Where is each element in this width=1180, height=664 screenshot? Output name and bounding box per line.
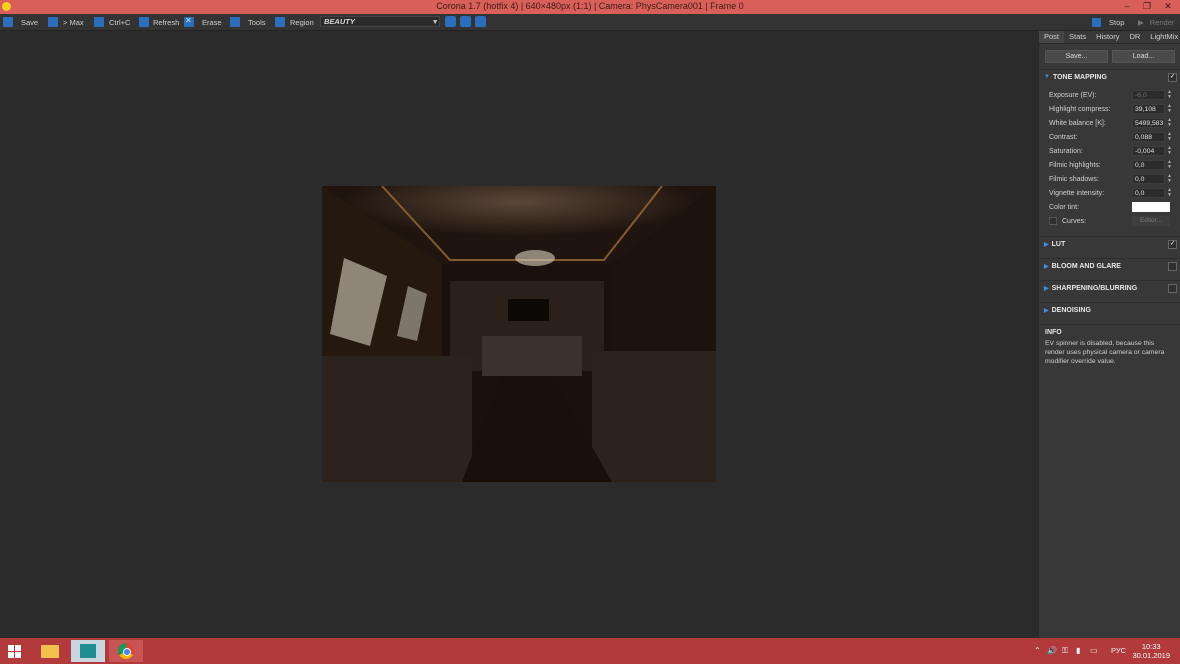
curves-checkbox[interactable] [1049, 217, 1057, 225]
play-icon: ▶ [1138, 17, 1144, 27]
highlight-row: Highlight compress: 39,108 ▲ ▼ [1049, 103, 1172, 114]
zoom-fit-icon[interactable] [475, 16, 486, 27]
tab-dr[interactable]: DR [1124, 31, 1145, 43]
signal-icon[interactable]: ▮ [1076, 646, 1080, 655]
save-settings-button[interactable]: Save... [1045, 50, 1108, 63]
curves-editor-button[interactable]: Editor... [1132, 216, 1170, 226]
curves-row: Curves: Editor... [1039, 214, 1180, 228]
tools-button[interactable]: Tools [230, 16, 266, 28]
info-text: EV spinner is disabled, because this ren… [1045, 340, 1165, 365]
file-explorer-icon[interactable] [33, 640, 67, 662]
spinner-icon[interactable]: ▲ ▼ [1167, 90, 1172, 100]
copy-icon [94, 17, 104, 27]
tab-stats[interactable]: Stats [1064, 31, 1091, 43]
contrast-row: Contrast: 0,088 ▲ ▼ [1049, 131, 1172, 142]
exposure-row: Exposure (EV): -6,0 ▲ ▼ [1049, 89, 1172, 100]
spinner-icon[interactable]: ▲ ▼ [1167, 118, 1172, 128]
spinner-icon[interactable]: ▲ ▼ [1167, 146, 1172, 156]
tone-mapping-checkbox[interactable]: ✓ [1168, 73, 1177, 82]
color-tint-row: Color tint: [1039, 200, 1180, 214]
zoom-out-icon[interactable] [460, 16, 471, 27]
volume-icon[interactable]: 🔊 [1047, 646, 1057, 655]
collapsed-triangle-icon: ▶ [1044, 241, 1049, 248]
sharpening-checkbox[interactable] [1168, 284, 1177, 293]
stop-icon [1092, 17, 1101, 27]
section-tone-mapping[interactable]: ▼ TONE MAPPING ✓ [1039, 69, 1180, 84]
render-picture [322, 186, 716, 482]
tab-lightmix[interactable]: LightMix [1145, 31, 1180, 43]
chrome-icon[interactable] [109, 640, 143, 662]
system-clock[interactable]: 10:33 30.01.2019 [1132, 642, 1170, 660]
tab-history[interactable]: History [1091, 31, 1124, 43]
lut-checkbox[interactable]: ✓ [1168, 240, 1177, 249]
toolbar: Save > Max Ctrl+C Refresh Erase Tools Re… [0, 14, 1180, 31]
taskbar: ⌃ 🔊 ⚿ ▮ ▭ РУС 10:33 30.01.2019 [0, 638, 1180, 664]
title-bar: Corona 1.7 (hotfix 4) | 640×480px (1:1) … [0, 0, 1180, 14]
white-balance-input[interactable]: 5499,583 [1132, 118, 1165, 128]
color-tint-swatch[interactable] [1132, 202, 1170, 212]
section-lut[interactable]: ▶ LUT ✓ [1039, 236, 1180, 251]
white-balance-row: White balance [K]: 5499,583 ▲ ▼ [1049, 117, 1172, 128]
section-sharpening[interactable]: ▶ SHARPENING/BLURRING [1039, 280, 1180, 295]
collapsed-triangle-icon: ▶ [1044, 307, 1049, 314]
erase-icon [184, 16, 194, 27]
contrast-input[interactable]: 0,088 [1132, 132, 1165, 142]
filmic-shadows-row: Filmic shadows: 0,0 ▲ ▼ [1049, 173, 1172, 184]
region-button[interactable]: Region [275, 16, 314, 28]
saturation-input[interactable]: -0,004 [1132, 146, 1165, 156]
refresh-icon [139, 17, 149, 27]
tools-icon [230, 17, 240, 27]
spinner-icon[interactable]: ▲ ▼ [1167, 104, 1172, 114]
3dsmax-icon[interactable] [71, 640, 105, 662]
collapsed-triangle-icon: ▶ [1044, 263, 1049, 270]
filmic-shadows-input[interactable]: 0,0 [1132, 174, 1165, 184]
max-button[interactable]: > Max [48, 16, 84, 28]
render-pass-select[interactable]: BEAUTY ▾ [320, 16, 440, 27]
render-button[interactable]: ▶ Render [1138, 16, 1174, 28]
save-icon [3, 17, 13, 27]
save-button[interactable]: Save [3, 16, 38, 28]
close-button[interactable]: ✕ [1158, 0, 1178, 14]
section-denoising[interactable]: ▶ DENOISING [1039, 302, 1180, 317]
panel-tabs: Post Stats History DR LightMix [1039, 31, 1180, 44]
vignette-row: Vignette intensity: 0,0 ▲ ▼ [1049, 187, 1172, 198]
saturation-row: Saturation: -0,004 ▲ ▼ [1049, 145, 1172, 156]
maximize-button[interactable]: ❐ [1137, 0, 1157, 14]
language-indicator[interactable]: РУС [1111, 646, 1126, 655]
windows-start-icon[interactable] [8, 645, 21, 658]
chevron-down-icon: ▾ [433, 17, 437, 26]
window-title: Corona 1.7 (hotfix 4) | 640×480px (1:1) … [436, 1, 744, 11]
zoom-in-icon[interactable] [445, 16, 456, 27]
render-viewport [0, 31, 1038, 638]
refresh-button[interactable]: Refresh [139, 16, 179, 28]
spinner-icon[interactable]: ▲ ▼ [1167, 160, 1172, 170]
exposure-input[interactable]: -6,0 [1132, 90, 1165, 100]
minimize-button[interactable]: – [1117, 0, 1137, 14]
battery-icon[interactable]: ▭ [1090, 646, 1098, 655]
copy-button[interactable]: Ctrl+C [94, 16, 130, 28]
rendered-image [322, 186, 716, 482]
post-panel: Post Stats History DR LightMix Save... L… [1038, 31, 1180, 638]
max-icon [48, 17, 58, 27]
stop-button[interactable]: Stop [1092, 16, 1124, 28]
bloom-checkbox[interactable] [1168, 262, 1177, 271]
spinner-icon[interactable]: ▲ ▼ [1167, 188, 1172, 198]
highlight-input[interactable]: 39,108 [1132, 104, 1165, 114]
network-icon[interactable]: ⚿ [1062, 646, 1068, 656]
load-settings-button[interactable]: Load... [1112, 50, 1175, 63]
tray-expand-icon[interactable]: ⌃ [1034, 646, 1041, 655]
vignette-input[interactable]: 0,0 [1132, 188, 1165, 198]
filmic-highlights-input[interactable]: 0,0 [1132, 160, 1165, 170]
spinner-icon[interactable]: ▲ ▼ [1167, 132, 1172, 142]
section-bloom-glare[interactable]: ▶ BLOOM AND GLARE [1039, 258, 1180, 273]
tab-post[interactable]: Post [1039, 31, 1065, 43]
erase-button[interactable]: Erase [184, 16, 222, 28]
expand-triangle-icon: ▼ [1044, 74, 1050, 80]
info-heading: INFO [1039, 324, 1180, 339]
spinner-icon[interactable]: ▲ ▼ [1167, 174, 1172, 184]
collapsed-triangle-icon: ▶ [1044, 285, 1049, 292]
filmic-highlights-row: Filmic highlights: 0,0 ▲ ▼ [1049, 159, 1172, 170]
region-icon [275, 17, 285, 27]
